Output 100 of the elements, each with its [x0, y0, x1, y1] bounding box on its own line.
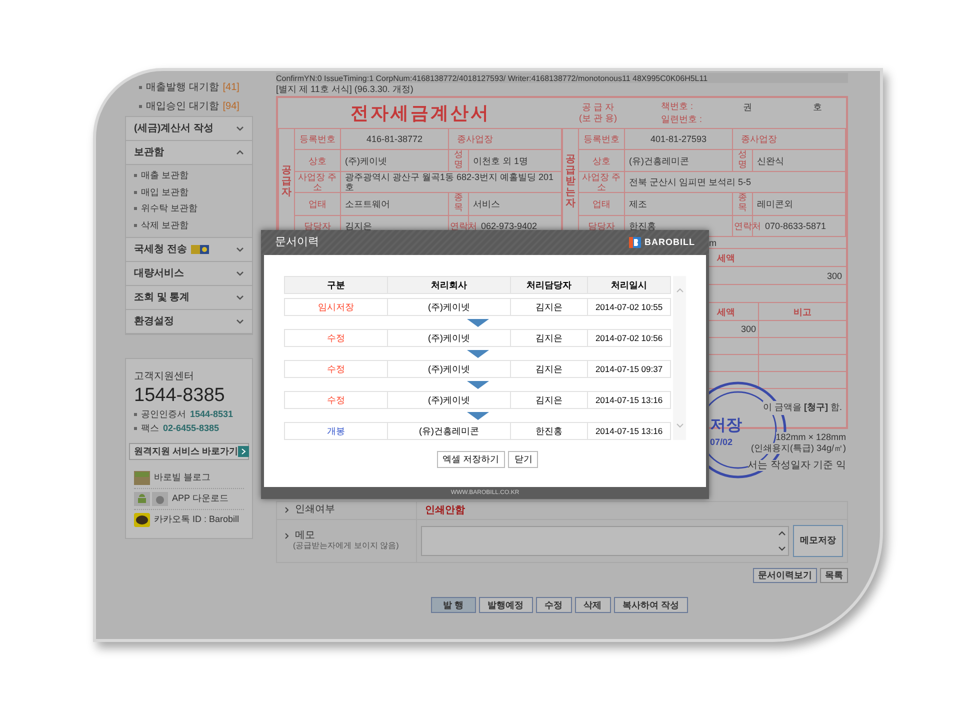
- size-note: 182mm × 128mm: [776, 432, 846, 443]
- field-value: 소프트웨어: [345, 199, 390, 210]
- support-link[interactable]: APP 다운로드: [172, 492, 228, 506]
- scrollbar[interactable]: [673, 276, 686, 440]
- bullet-icon: [139, 86, 142, 89]
- field-label: 종목: [454, 193, 463, 214]
- memo-field[interactable]: [421, 526, 789, 556]
- logo-icon: [628, 237, 640, 248]
- chevron-down-icon: [676, 423, 684, 428]
- bullet-icon: [134, 426, 137, 430]
- table-cell: 수정: [285, 361, 388, 377]
- remote-support-button[interactable]: 원격지원 서비스 바로가기: [129, 443, 249, 460]
- field-label: 담당자: [304, 220, 331, 231]
- form-button[interactable]: 발행예정: [478, 596, 533, 613]
- column-header: 처리일시: [610, 279, 648, 292]
- submenu-link[interactable]: 삭제 보관함: [141, 218, 189, 232]
- menu-label: 대량서비스: [134, 267, 184, 281]
- copy-label: (보 관 용): [579, 113, 617, 124]
- android-icon: [134, 492, 150, 506]
- form-button[interactable]: 발 행: [430, 596, 476, 613]
- field-label: 사업장 주소: [582, 172, 621, 192]
- row-label: 인쇄여부: [295, 503, 335, 518]
- menu-label: 조회 및 통계: [134, 291, 190, 305]
- support-link[interactable]: 카카오톡 ID : Barobill: [154, 513, 240, 527]
- action-button[interactable]: 목록: [820, 568, 848, 583]
- field-value: 한진홍: [629, 220, 656, 231]
- stamp-date: 07/02: [710, 437, 733, 448]
- table-cell-text: 2014-07-02 10:55: [594, 301, 664, 314]
- table-cell: 수정: [285, 392, 388, 408]
- document-info: ConfirmYN:0 IssueTiming:1 CorpNum:4168138772/4018127593/ Writer:4168138772/monotonous11 48X995C0K06H5L11: [276, 73, 848, 83]
- bullet-icon: [134, 413, 137, 416]
- field-label: 등록번호: [584, 134, 620, 144]
- apple-icon: [152, 492, 168, 506]
- submenu-link[interactable]: 매입 보관함: [141, 186, 189, 199]
- field-value: 416-81-38772: [366, 134, 423, 144]
- field-label: 성명: [454, 150, 463, 170]
- form-button[interactable]: 복사하여 작성: [614, 596, 688, 613]
- field-label: 종사업장: [457, 134, 493, 144]
- menu-label: 보관함: [134, 146, 164, 160]
- book-number-label: 책번호 :: [661, 100, 694, 113]
- pending-box-link[interactable]: 매입승인 대기함: [146, 99, 219, 114]
- sidebar-menu-item[interactable]: 환경설정: [126, 310, 252, 333]
- party-side-label: 공급받는자: [566, 154, 576, 210]
- field-label: 상호: [592, 156, 610, 166]
- column-header: 구분: [285, 277, 388, 293]
- caret-icon: [285, 532, 289, 539]
- arrow-down-icon: [466, 350, 488, 358]
- field-value: 062-973-9402: [481, 220, 538, 231]
- sidebar-menu-item[interactable]: (세금)계산서 작성: [126, 117, 252, 140]
- bullet-icon: [134, 190, 137, 194]
- sidebar-menu-item[interactable]: 조회 및 통계: [126, 286, 252, 309]
- table-cell: (유)건흥레미콘: [388, 423, 511, 439]
- submenu-link[interactable]: 위수탁 보관함: [141, 202, 198, 216]
- contact-label: 팩스: [141, 422, 159, 434]
- menu-label: (세금)계산서 작성: [134, 122, 214, 136]
- number-label: 호: [813, 101, 822, 114]
- sidebar-menu-item[interactable]: 보관함: [126, 141, 252, 164]
- field-value: 전북 군산시 임피면 보석리 5-5: [629, 177, 752, 188]
- table-cell-text: 2014-07-15 13:16: [594, 394, 664, 407]
- field-value: 제조: [629, 199, 647, 210]
- submenu-link[interactable]: 매출 보관함: [141, 169, 189, 182]
- form-button[interactable]: 수정: [536, 596, 572, 613]
- contact-number: 02-6455-8385: [163, 422, 220, 434]
- form-button[interactable]: 삭제: [574, 596, 611, 613]
- scroll-arrows-icon: [778, 528, 786, 553]
- table-cell: 김지은: [511, 299, 588, 315]
- dialog-button[interactable]: 엑셀 저장하기: [436, 451, 506, 468]
- support-link[interactable]: 바로빌 블로그: [154, 471, 211, 485]
- invoice-title: 전자세금계산서: [350, 102, 492, 124]
- column-header: 비고: [792, 306, 812, 319]
- field-label: 종목: [738, 193, 747, 214]
- dialog-button[interactable]: 닫기: [508, 451, 538, 468]
- memo-save-button[interactable]: 메모저장: [793, 524, 843, 557]
- action-button[interactable]: 문서이력보기: [753, 568, 817, 583]
- blog-icon: [134, 471, 150, 485]
- field-value: 401-81-27593: [650, 134, 707, 144]
- copy-label: 공 급 자: [582, 102, 614, 113]
- field-label: 상호: [308, 156, 326, 166]
- field-label: 종사업장: [741, 134, 777, 144]
- sidebar-menu-item[interactable]: 국세청 전송: [126, 238, 252, 261]
- table-cell: 임시저장: [285, 299, 388, 315]
- bullet-icon: [134, 174, 137, 178]
- footer-note: 서는 작성일자 기준 익: [748, 460, 846, 471]
- paper-note: (인쇄용지(특급) 34g/㎡): [750, 442, 846, 454]
- arrow-down-icon: [466, 318, 488, 326]
- field-value: 070-8633-5871: [765, 220, 826, 231]
- chat-bubble-icon: [134, 513, 150, 527]
- table-cell: 김지은: [511, 361, 588, 377]
- sidebar-menu-item[interactable]: 대량서비스: [126, 262, 252, 285]
- table-cell-text: 2014-07-15 13:16: [594, 425, 664, 438]
- bullet-icon: [134, 207, 137, 210]
- arrow-down-icon: [466, 412, 488, 420]
- form-note: [별지 제 11호 서식] (96.3.30. 개정): [276, 83, 414, 96]
- logo-text: BAROBILL: [644, 236, 695, 249]
- field-label: 연락처: [450, 220, 477, 231]
- pending-box-link[interactable]: 매출발행 대기함: [146, 80, 219, 95]
- volume-label: 권: [743, 101, 753, 114]
- support-title: 고객지원센터: [134, 370, 195, 384]
- table-cell-text: 2014-07-15 09:37: [594, 363, 664, 376]
- field-label: 성명: [738, 150, 747, 170]
